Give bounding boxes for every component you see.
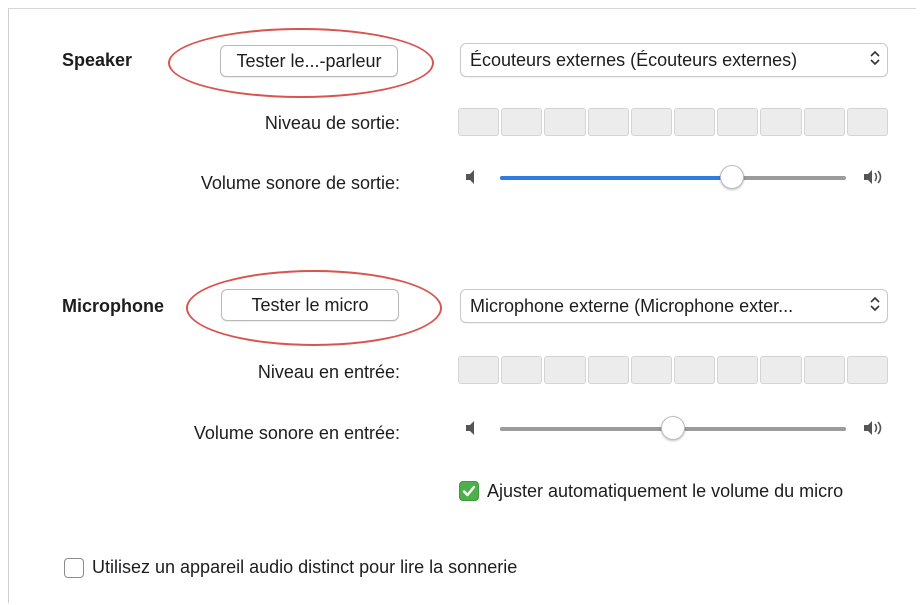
speaker-high-icon (862, 418, 888, 438)
input-volume-label: Volume sonore en entrée: (193, 423, 400, 443)
level-meter-segment (717, 108, 759, 136)
level-meter-segment (717, 356, 759, 384)
input-volume-thumb[interactable] (661, 416, 685, 440)
level-meter-segment (803, 108, 845, 136)
level-meter-segment (630, 108, 673, 136)
output-volume-thumb[interactable] (720, 165, 744, 189)
output-level-meter (458, 108, 889, 136)
level-meter-segment (846, 356, 889, 384)
level-meter-segment (544, 108, 586, 136)
output-level-label: Niveau de sortie: (264, 113, 400, 133)
speaker-section-label: Speaker (62, 50, 133, 70)
level-meter-segment (760, 356, 802, 384)
separate-ringtone-device-checkbox[interactable] (64, 558, 84, 578)
level-meter-segment (760, 108, 802, 136)
level-meter-segment (544, 356, 586, 384)
up-down-chevron-icon (863, 296, 887, 316)
input-volume-fill (500, 427, 673, 431)
up-down-chevron-icon (863, 50, 887, 70)
output-volume-slider[interactable] (500, 165, 846, 189)
level-meter-segment (501, 108, 543, 136)
auto-adjust-mic-checkbox[interactable] (459, 481, 479, 501)
speaker-low-icon (463, 167, 483, 187)
level-meter-segment (630, 356, 673, 384)
level-meter-segment (458, 356, 500, 384)
checkmark-icon (462, 485, 476, 497)
level-meter-segment (587, 108, 629, 136)
output-volume-fill (500, 176, 732, 180)
microphone-device-value: Microphone externe (Microphone exter... (470, 295, 794, 316)
input-level-meter (458, 356, 889, 384)
level-meter-segment (674, 108, 716, 136)
speaker-high-icon (862, 167, 888, 187)
level-meter-segment (501, 356, 543, 384)
output-volume-label: Volume sonore de sortie: (200, 173, 400, 193)
separate-ringtone-device-label[interactable]: Utilisez un appareil audio distinct pour… (92, 557, 517, 578)
level-meter-segment (458, 108, 500, 136)
level-meter-segment (803, 356, 845, 384)
speaker-device-select[interactable]: Écouteurs externes (Écouteurs externes) (460, 43, 888, 77)
auto-adjust-mic-label[interactable]: Ajuster automatiquement le volume du mic… (487, 481, 912, 502)
level-meter-segment (846, 108, 889, 136)
level-meter-segment (587, 356, 629, 384)
speaker-device-value: Écouteurs externes (Écouteurs externes) (470, 49, 798, 70)
microphone-device-select[interactable]: Microphone externe (Microphone exter... (460, 289, 888, 323)
level-meter-segment (674, 356, 716, 384)
input-volume-slider[interactable] (500, 416, 846, 440)
microphone-section-label: Microphone (62, 296, 164, 316)
input-level-label: Niveau en entrée: (257, 362, 400, 382)
test-speaker-button[interactable]: Tester le...-parleur (220, 45, 398, 77)
speaker-low-icon (463, 418, 483, 438)
test-microphone-button[interactable]: Tester le micro (221, 289, 399, 321)
